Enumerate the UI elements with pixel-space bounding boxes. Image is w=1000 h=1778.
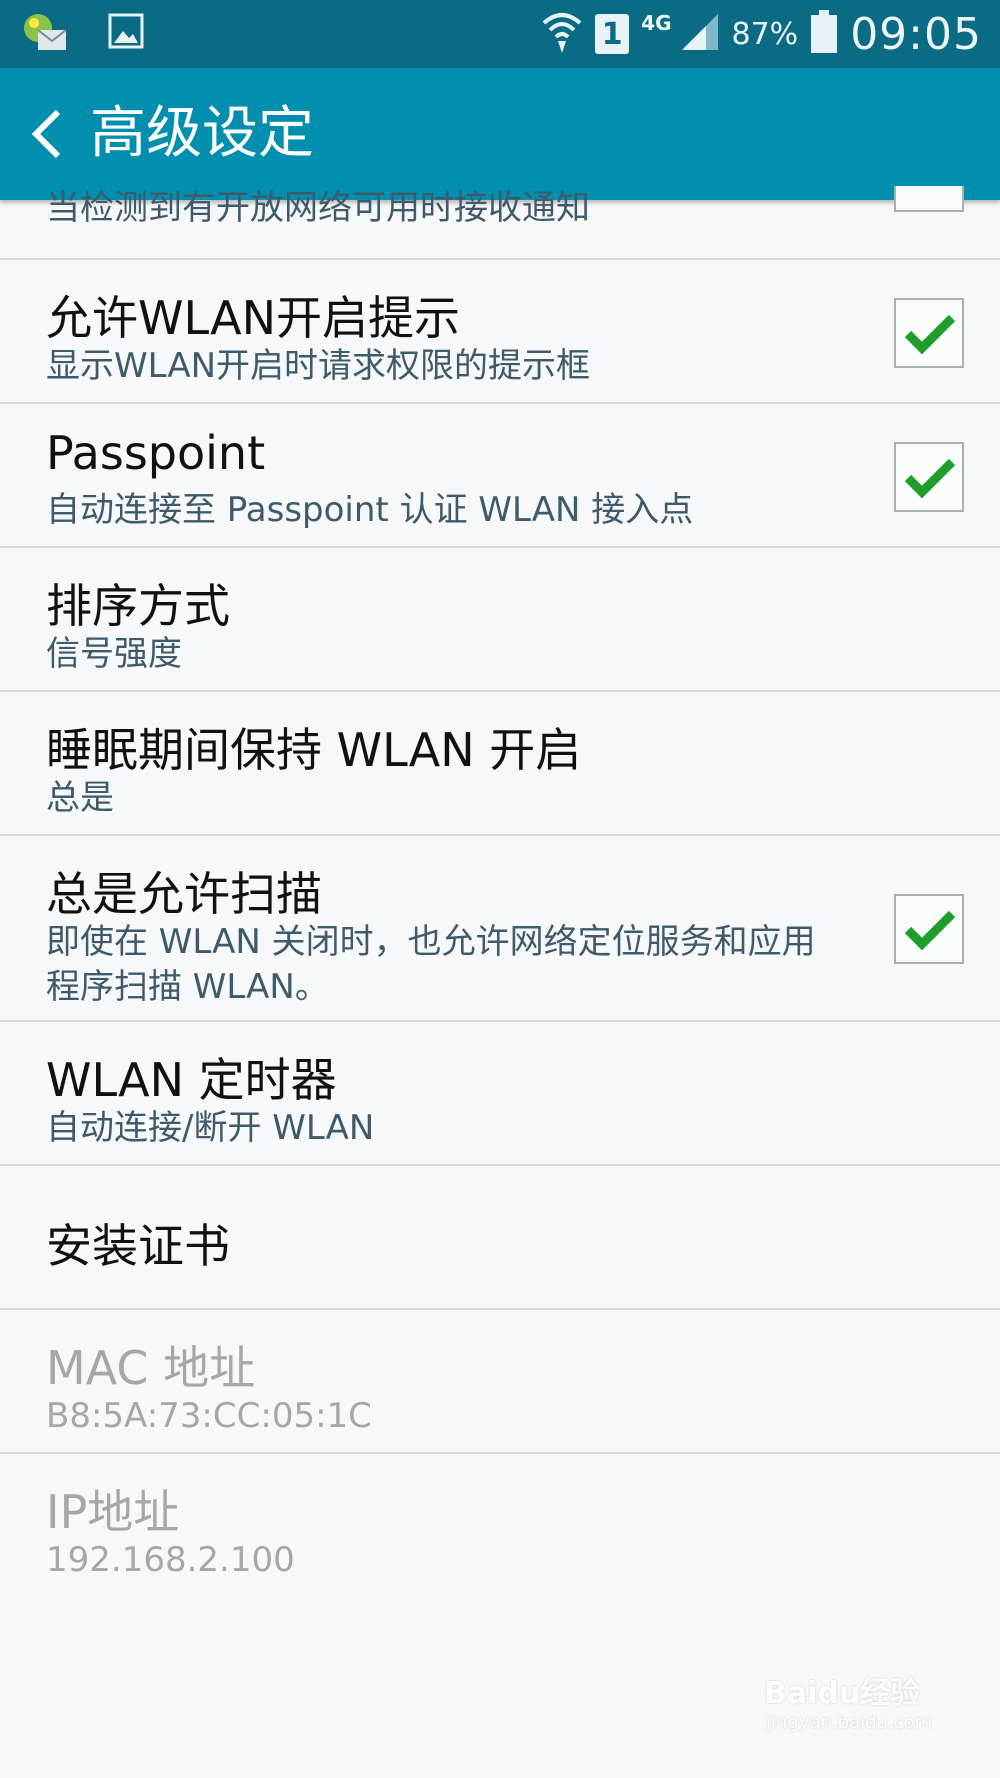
checkmark-icon: [904, 910, 956, 951]
chevron-left-icon: [31, 109, 61, 159]
status-bar: 1 4G 87% 09:05: [0, 0, 1000, 68]
list-item-passpoint[interactable]: Passpoint 自动连接至 Passpoint 认证 WLAN 接入点: [0, 404, 1000, 548]
sim-slot-badge: 1: [595, 14, 630, 54]
watermark-sub: jingyan.baidu.com: [766, 1712, 933, 1733]
settings-list: 当检测到有开放网络可用时接收通知 允许WLAN开启提示 显示WLAN开启时请求权…: [0, 186, 1000, 1604]
network-type: 4G: [641, 11, 672, 35]
gallery-icon: [108, 13, 144, 53]
item-title: 排序方式: [46, 579, 230, 633]
item-title: 总是允许扫描: [46, 867, 322, 921]
back-button[interactable]: [26, 106, 66, 162]
battery-percent: 87%: [731, 16, 799, 52]
item-subtitle: 当检测到有开放网络可用时接收通知: [46, 188, 590, 228]
watermark-text: Baidu经验: [764, 1676, 921, 1711]
item-title: WLAN 定时器: [46, 1053, 337, 1107]
checkbox-passpoint[interactable]: [894, 442, 964, 512]
list-item-install-certificates[interactable]: 安装证书: [0, 1166, 1000, 1310]
checkbox-open-network-notification[interactable]: [894, 186, 964, 212]
list-item-keep-wlan-on-sleep[interactable]: 睡眠期间保持 WLAN 开启 总是: [0, 692, 1000, 836]
checkbox-wlan-prompt[interactable]: [894, 298, 964, 368]
list-item-open-network-notification[interactable]: 当检测到有开放网络可用时接收通知: [0, 186, 1000, 260]
item-subtitle: 信号强度: [46, 634, 182, 674]
page-title: 高级设定: [90, 101, 314, 166]
list-item-always-allow-scanning[interactable]: 总是允许扫描 即使在 WLAN 关闭时，也允许网络定位服务和应用程序扫描 WLA…: [0, 836, 1000, 1022]
baidu-watermark: Baidu经验 jingyan.baidu.com: [764, 1668, 932, 1733]
list-item-ip-address: IP地址 192.168.2.100: [0, 1454, 1000, 1604]
checkmark-icon: [904, 458, 956, 499]
item-subtitle: 显示WLAN开启时请求权限的提示框: [46, 346, 591, 386]
checkmark-icon: [904, 314, 956, 355]
list-item-wlan-prompt[interactable]: 允许WLAN开启提示 显示WLAN开启时请求权限的提示框: [0, 260, 1000, 404]
item-title: MAC 地址: [46, 1341, 256, 1395]
list-item-wlan-timer[interactable]: WLAN 定时器 自动连接/断开 WLAN: [0, 1022, 1000, 1166]
item-title: 允许WLAN开启提示: [46, 291, 461, 345]
signal-strength-icon: [680, 12, 720, 56]
checkbox-always-allow-scanning[interactable]: [894, 894, 964, 964]
item-title: 睡眠期间保持 WLAN 开启: [46, 723, 582, 777]
item-subtitle: 自动连接/断开 WLAN: [46, 1108, 375, 1148]
mac-address-value: B8:5A:73:CC:05:1C: [46, 1396, 372, 1436]
battery-icon: [810, 10, 838, 58]
item-title: Passpoint: [46, 426, 266, 480]
item-subtitle: 总是: [46, 778, 114, 818]
app-bar: 高级设定: [0, 68, 1000, 200]
item-subtitle: 即使在 WLAN 关闭时，也允许网络定位服务和应用程序扫描 WLAN。: [46, 922, 816, 1007]
list-item-sort-order[interactable]: 排序方式 信号强度: [0, 548, 1000, 692]
clock: 09:05: [850, 8, 982, 60]
item-title: IP地址: [46, 1485, 180, 1539]
ip-address-value: 192.168.2.100: [46, 1540, 295, 1580]
wifi-icon: [541, 9, 583, 59]
item-title: 安装证书: [46, 1219, 230, 1273]
list-item-mac-address: MAC 地址 B8:5A:73:CC:05:1C: [0, 1310, 1000, 1454]
app-mail-notification-icon: [22, 10, 70, 56]
item-subtitle: 自动连接至 Passpoint 认证 WLAN 接入点: [46, 490, 694, 530]
